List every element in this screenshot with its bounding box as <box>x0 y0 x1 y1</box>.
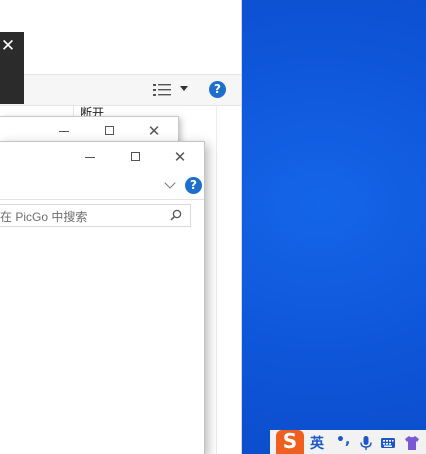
sogou-ime-logo-icon[interactable]: S <box>276 430 304 454</box>
picgo-folder-window: ✕ ? 在 PicGo 中搜索 <box>0 141 205 454</box>
search-input[interactable]: 在 PicGo 中搜索 <box>0 204 191 227</box>
maximize-button[interactable] <box>123 148 147 166</box>
keyboard-icon[interactable] <box>380 435 396 451</box>
search-placeholder: 在 PicGo 中搜索 <box>0 210 88 224</box>
explorer-toolbar: ? <box>0 74 241 106</box>
microphone-icon[interactable] <box>358 435 374 451</box>
details-view-icon[interactable] <box>153 84 171 96</box>
help-button[interactable]: ? <box>209 81 226 98</box>
skin-shirt-icon[interactable] <box>404 435 420 451</box>
ribbon-bar: ? <box>0 173 204 200</box>
dark-popup: ✕ <box>0 32 24 104</box>
view-options-dropdown-icon[interactable] <box>180 86 188 91</box>
ime-punctuation-toggle[interactable]: •, <box>336 432 350 448</box>
minimize-button[interactable] <box>52 122 76 140</box>
column-header-text: 断开 <box>80 106 105 116</box>
maximize-button[interactable] <box>97 122 121 140</box>
maximize-icon <box>104 126 114 135</box>
expand-ribbon-chevron-icon[interactable] <box>164 177 176 189</box>
close-button[interactable]: ✕ <box>168 148 192 166</box>
minimize-icon <box>85 157 95 158</box>
minimize-button[interactable] <box>78 148 102 166</box>
close-button[interactable]: ✕ <box>142 122 166 140</box>
popup-close-icon[interactable]: ✕ <box>0 38 16 55</box>
ime-toolbar: S 英 •, <box>270 430 426 454</box>
ime-language-toggle[interactable]: 英 <box>310 433 324 453</box>
search-icon[interactable] <box>170 209 182 221</box>
maximize-icon <box>130 152 140 161</box>
help-button[interactable]: ? <box>185 177 202 194</box>
details-pane-divider <box>216 104 217 454</box>
minimize-icon <box>59 131 69 132</box>
